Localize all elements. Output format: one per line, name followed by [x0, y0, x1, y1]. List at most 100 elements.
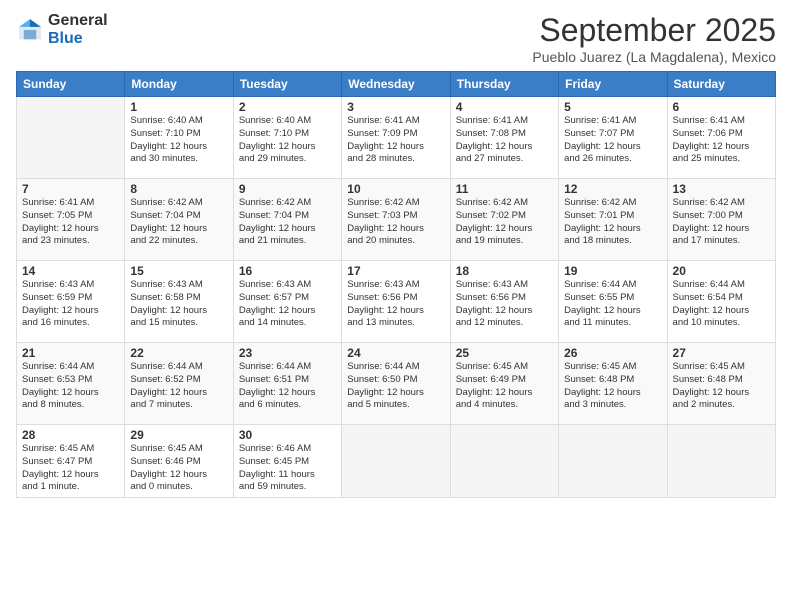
day-number: 4	[456, 100, 553, 114]
day-number: 8	[130, 182, 227, 196]
day-number: 2	[239, 100, 336, 114]
month-title: September 2025	[532, 12, 776, 49]
day-number: 29	[130, 428, 227, 442]
day-number: 27	[673, 346, 770, 360]
title-block: September 2025 Pueblo Juarez (La Magdale…	[532, 12, 776, 65]
day-info: Sunrise: 6:42 AM Sunset: 7:02 PM Dayligh…	[456, 197, 553, 248]
calendar-cell: 9Sunrise: 6:42 AM Sunset: 7:04 PM Daylig…	[233, 179, 341, 261]
day-number: 12	[564, 182, 661, 196]
day-number: 24	[347, 346, 444, 360]
day-number: 26	[564, 346, 661, 360]
day-info: Sunrise: 6:44 AM Sunset: 6:50 PM Dayligh…	[347, 361, 444, 412]
calendar-cell: 23Sunrise: 6:44 AM Sunset: 6:51 PM Dayli…	[233, 343, 341, 425]
day-info: Sunrise: 6:41 AM Sunset: 7:09 PM Dayligh…	[347, 115, 444, 166]
calendar-cell: 28Sunrise: 6:45 AM Sunset: 6:47 PM Dayli…	[17, 425, 125, 498]
logo: General Blue	[16, 12, 108, 47]
calendar-cell: 27Sunrise: 6:45 AM Sunset: 6:48 PM Dayli…	[667, 343, 775, 425]
logo-blue-text: Blue	[48, 30, 108, 48]
day-info: Sunrise: 6:44 AM Sunset: 6:55 PM Dayligh…	[564, 279, 661, 330]
calendar-cell	[342, 425, 450, 498]
day-number: 30	[239, 428, 336, 442]
calendar-day-header: Monday	[125, 72, 233, 97]
calendar-cell: 24Sunrise: 6:44 AM Sunset: 6:50 PM Dayli…	[342, 343, 450, 425]
day-number: 3	[347, 100, 444, 114]
calendar-cell: 19Sunrise: 6:44 AM Sunset: 6:55 PM Dayli…	[559, 261, 667, 343]
logo-general-text: General	[48, 12, 108, 30]
day-number: 5	[564, 100, 661, 114]
calendar-cell: 5Sunrise: 6:41 AM Sunset: 7:07 PM Daylig…	[559, 97, 667, 179]
day-info: Sunrise: 6:42 AM Sunset: 7:01 PM Dayligh…	[564, 197, 661, 248]
day-info: Sunrise: 6:40 AM Sunset: 7:10 PM Dayligh…	[130, 115, 227, 166]
day-info: Sunrise: 6:43 AM Sunset: 6:56 PM Dayligh…	[347, 279, 444, 330]
day-info: Sunrise: 6:41 AM Sunset: 7:05 PM Dayligh…	[22, 197, 119, 248]
calendar-cell	[667, 425, 775, 498]
day-number: 20	[673, 264, 770, 278]
day-number: 17	[347, 264, 444, 278]
day-number: 16	[239, 264, 336, 278]
day-number: 18	[456, 264, 553, 278]
calendar-cell: 14Sunrise: 6:43 AM Sunset: 6:59 PM Dayli…	[17, 261, 125, 343]
calendar-day-header: Wednesday	[342, 72, 450, 97]
calendar-cell: 29Sunrise: 6:45 AM Sunset: 6:46 PM Dayli…	[125, 425, 233, 498]
day-number: 23	[239, 346, 336, 360]
calendar-cell: 20Sunrise: 6:44 AM Sunset: 6:54 PM Dayli…	[667, 261, 775, 343]
day-info: Sunrise: 6:42 AM Sunset: 7:04 PM Dayligh…	[130, 197, 227, 248]
calendar-cell: 17Sunrise: 6:43 AM Sunset: 6:56 PM Dayli…	[342, 261, 450, 343]
calendar-cell	[559, 425, 667, 498]
calendar-table: SundayMondayTuesdayWednesdayThursdayFrid…	[16, 71, 776, 498]
day-info: Sunrise: 6:44 AM Sunset: 6:51 PM Dayligh…	[239, 361, 336, 412]
day-number: 6	[673, 100, 770, 114]
day-number: 22	[130, 346, 227, 360]
logo-icon	[16, 16, 44, 44]
logo-text: General Blue	[48, 12, 108, 47]
calendar-cell: 13Sunrise: 6:42 AM Sunset: 7:00 PM Dayli…	[667, 179, 775, 261]
day-number: 28	[22, 428, 119, 442]
calendar-day-header: Friday	[559, 72, 667, 97]
day-info: Sunrise: 6:42 AM Sunset: 7:04 PM Dayligh…	[239, 197, 336, 248]
day-info: Sunrise: 6:42 AM Sunset: 7:03 PM Dayligh…	[347, 197, 444, 248]
day-info: Sunrise: 6:44 AM Sunset: 6:53 PM Dayligh…	[22, 361, 119, 412]
calendar-cell: 30Sunrise: 6:46 AM Sunset: 6:45 PM Dayli…	[233, 425, 341, 498]
day-number: 25	[456, 346, 553, 360]
day-info: Sunrise: 6:44 AM Sunset: 6:54 PM Dayligh…	[673, 279, 770, 330]
day-number: 1	[130, 100, 227, 114]
calendar-cell: 1Sunrise: 6:40 AM Sunset: 7:10 PM Daylig…	[125, 97, 233, 179]
calendar-cell: 10Sunrise: 6:42 AM Sunset: 7:03 PM Dayli…	[342, 179, 450, 261]
day-number: 7	[22, 182, 119, 196]
day-info: Sunrise: 6:43 AM Sunset: 6:59 PM Dayligh…	[22, 279, 119, 330]
day-info: Sunrise: 6:41 AM Sunset: 7:06 PM Dayligh…	[673, 115, 770, 166]
day-number: 21	[22, 346, 119, 360]
calendar-cell: 6Sunrise: 6:41 AM Sunset: 7:06 PM Daylig…	[667, 97, 775, 179]
day-info: Sunrise: 6:45 AM Sunset: 6:49 PM Dayligh…	[456, 361, 553, 412]
calendar-cell: 25Sunrise: 6:45 AM Sunset: 6:49 PM Dayli…	[450, 343, 558, 425]
calendar-cell: 2Sunrise: 6:40 AM Sunset: 7:10 PM Daylig…	[233, 97, 341, 179]
day-number: 15	[130, 264, 227, 278]
day-number: 11	[456, 182, 553, 196]
location-title: Pueblo Juarez (La Magdalena), Mexico	[532, 49, 776, 65]
day-info: Sunrise: 6:41 AM Sunset: 7:07 PM Dayligh…	[564, 115, 661, 166]
calendar-cell	[450, 425, 558, 498]
calendar-cell: 18Sunrise: 6:43 AM Sunset: 6:56 PM Dayli…	[450, 261, 558, 343]
calendar-day-header: Thursday	[450, 72, 558, 97]
calendar-cell: 21Sunrise: 6:44 AM Sunset: 6:53 PM Dayli…	[17, 343, 125, 425]
day-info: Sunrise: 6:46 AM Sunset: 6:45 PM Dayligh…	[239, 443, 336, 494]
calendar-cell: 8Sunrise: 6:42 AM Sunset: 7:04 PM Daylig…	[125, 179, 233, 261]
calendar-day-header: Tuesday	[233, 72, 341, 97]
calendar-header-row: SundayMondayTuesdayWednesdayThursdayFrid…	[17, 72, 776, 97]
day-info: Sunrise: 6:45 AM Sunset: 6:47 PM Dayligh…	[22, 443, 119, 494]
calendar-day-header: Sunday	[17, 72, 125, 97]
calendar-cell	[17, 97, 125, 179]
calendar-day-header: Saturday	[667, 72, 775, 97]
calendar-cell: 4Sunrise: 6:41 AM Sunset: 7:08 PM Daylig…	[450, 97, 558, 179]
day-info: Sunrise: 6:40 AM Sunset: 7:10 PM Dayligh…	[239, 115, 336, 166]
calendar-cell: 11Sunrise: 6:42 AM Sunset: 7:02 PM Dayli…	[450, 179, 558, 261]
page: General Blue September 2025 Pueblo Juare…	[0, 0, 792, 612]
calendar-cell: 3Sunrise: 6:41 AM Sunset: 7:09 PM Daylig…	[342, 97, 450, 179]
calendar-cell: 26Sunrise: 6:45 AM Sunset: 6:48 PM Dayli…	[559, 343, 667, 425]
day-info: Sunrise: 6:45 AM Sunset: 6:48 PM Dayligh…	[564, 361, 661, 412]
day-info: Sunrise: 6:42 AM Sunset: 7:00 PM Dayligh…	[673, 197, 770, 248]
calendar-cell: 12Sunrise: 6:42 AM Sunset: 7:01 PM Dayli…	[559, 179, 667, 261]
header: General Blue September 2025 Pueblo Juare…	[16, 12, 776, 65]
day-number: 9	[239, 182, 336, 196]
calendar-cell: 15Sunrise: 6:43 AM Sunset: 6:58 PM Dayli…	[125, 261, 233, 343]
